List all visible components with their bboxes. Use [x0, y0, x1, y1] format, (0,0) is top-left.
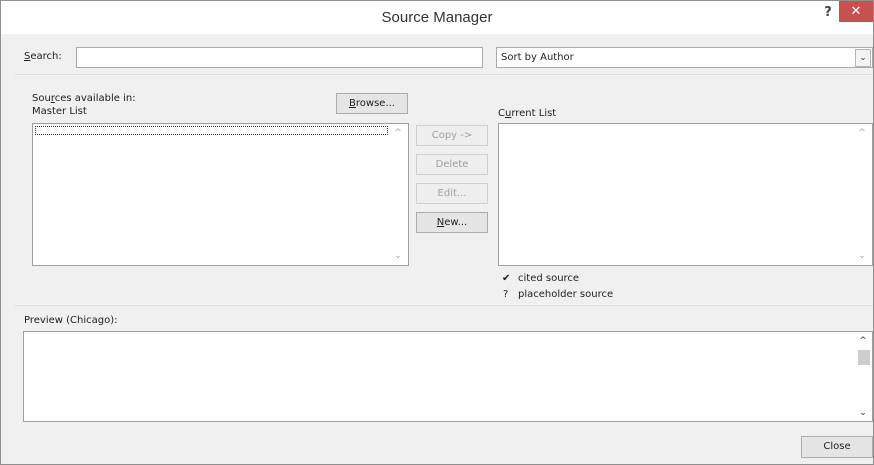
divider — [15, 74, 873, 75]
scroll-up-icon[interactable]: ^ — [857, 336, 869, 346]
master-list-label: Master List — [32, 106, 87, 117]
search-input[interactable] — [76, 47, 483, 68]
sort-select[interactable]: Sort by Author ⌄ — [496, 47, 873, 68]
scroll-up-icon[interactable]: ^ — [392, 128, 404, 138]
scroll-down-icon[interactable]: ⌄ — [392, 251, 404, 261]
scroll-down-icon[interactable]: ⌄ — [856, 251, 868, 261]
divider — [15, 305, 873, 306]
source-manager-dialog: Source Manager ? ✕ Search: Sort by Autho… — [0, 0, 874, 465]
help-button[interactable]: ? — [819, 5, 837, 25]
legend-cited-symbol: ✔ — [502, 273, 511, 284]
scroll-up-icon[interactable]: ^ — [856, 128, 868, 138]
scrollbar-thumb[interactable] — [858, 350, 870, 365]
chevron-down-icon[interactable]: ⌄ — [855, 49, 871, 67]
edit-button[interactable]: Edit... — [416, 183, 488, 204]
close-button[interactable]: Close — [801, 436, 873, 458]
search-label: Search: — [24, 51, 62, 62]
copy-button[interactable]: Copy -> — [416, 125, 488, 146]
current-list-label: Current List — [498, 108, 557, 119]
preview-box: ^ ⌄ — [23, 331, 873, 422]
sort-selected-value: Sort by Author — [501, 52, 574, 63]
title-bar: Source Manager ? ✕ — [1, 1, 873, 34]
dialog-title: Source Manager — [381, 9, 493, 26]
close-window-button[interactable]: ✕ — [839, 1, 873, 22]
focus-rectangle — [35, 126, 388, 135]
legend-cited-text: cited source — [518, 273, 580, 284]
scroll-down-icon[interactable]: ⌄ — [857, 408, 869, 418]
new-button[interactable]: New... — [416, 212, 488, 233]
current-list-box[interactable]: ^ ⌄ — [498, 123, 873, 266]
legend-placeholder-symbol: ? — [503, 289, 509, 300]
preview-label: Preview (Chicago): — [24, 315, 118, 326]
master-list-box[interactable]: ^ ⌄ — [32, 123, 409, 266]
browse-button[interactable]: Browse... — [336, 93, 408, 114]
delete-button[interactable]: Delete — [416, 154, 488, 175]
sources-available-label: Sources available in: — [32, 93, 136, 104]
legend-placeholder-text: placeholder source — [518, 289, 614, 300]
